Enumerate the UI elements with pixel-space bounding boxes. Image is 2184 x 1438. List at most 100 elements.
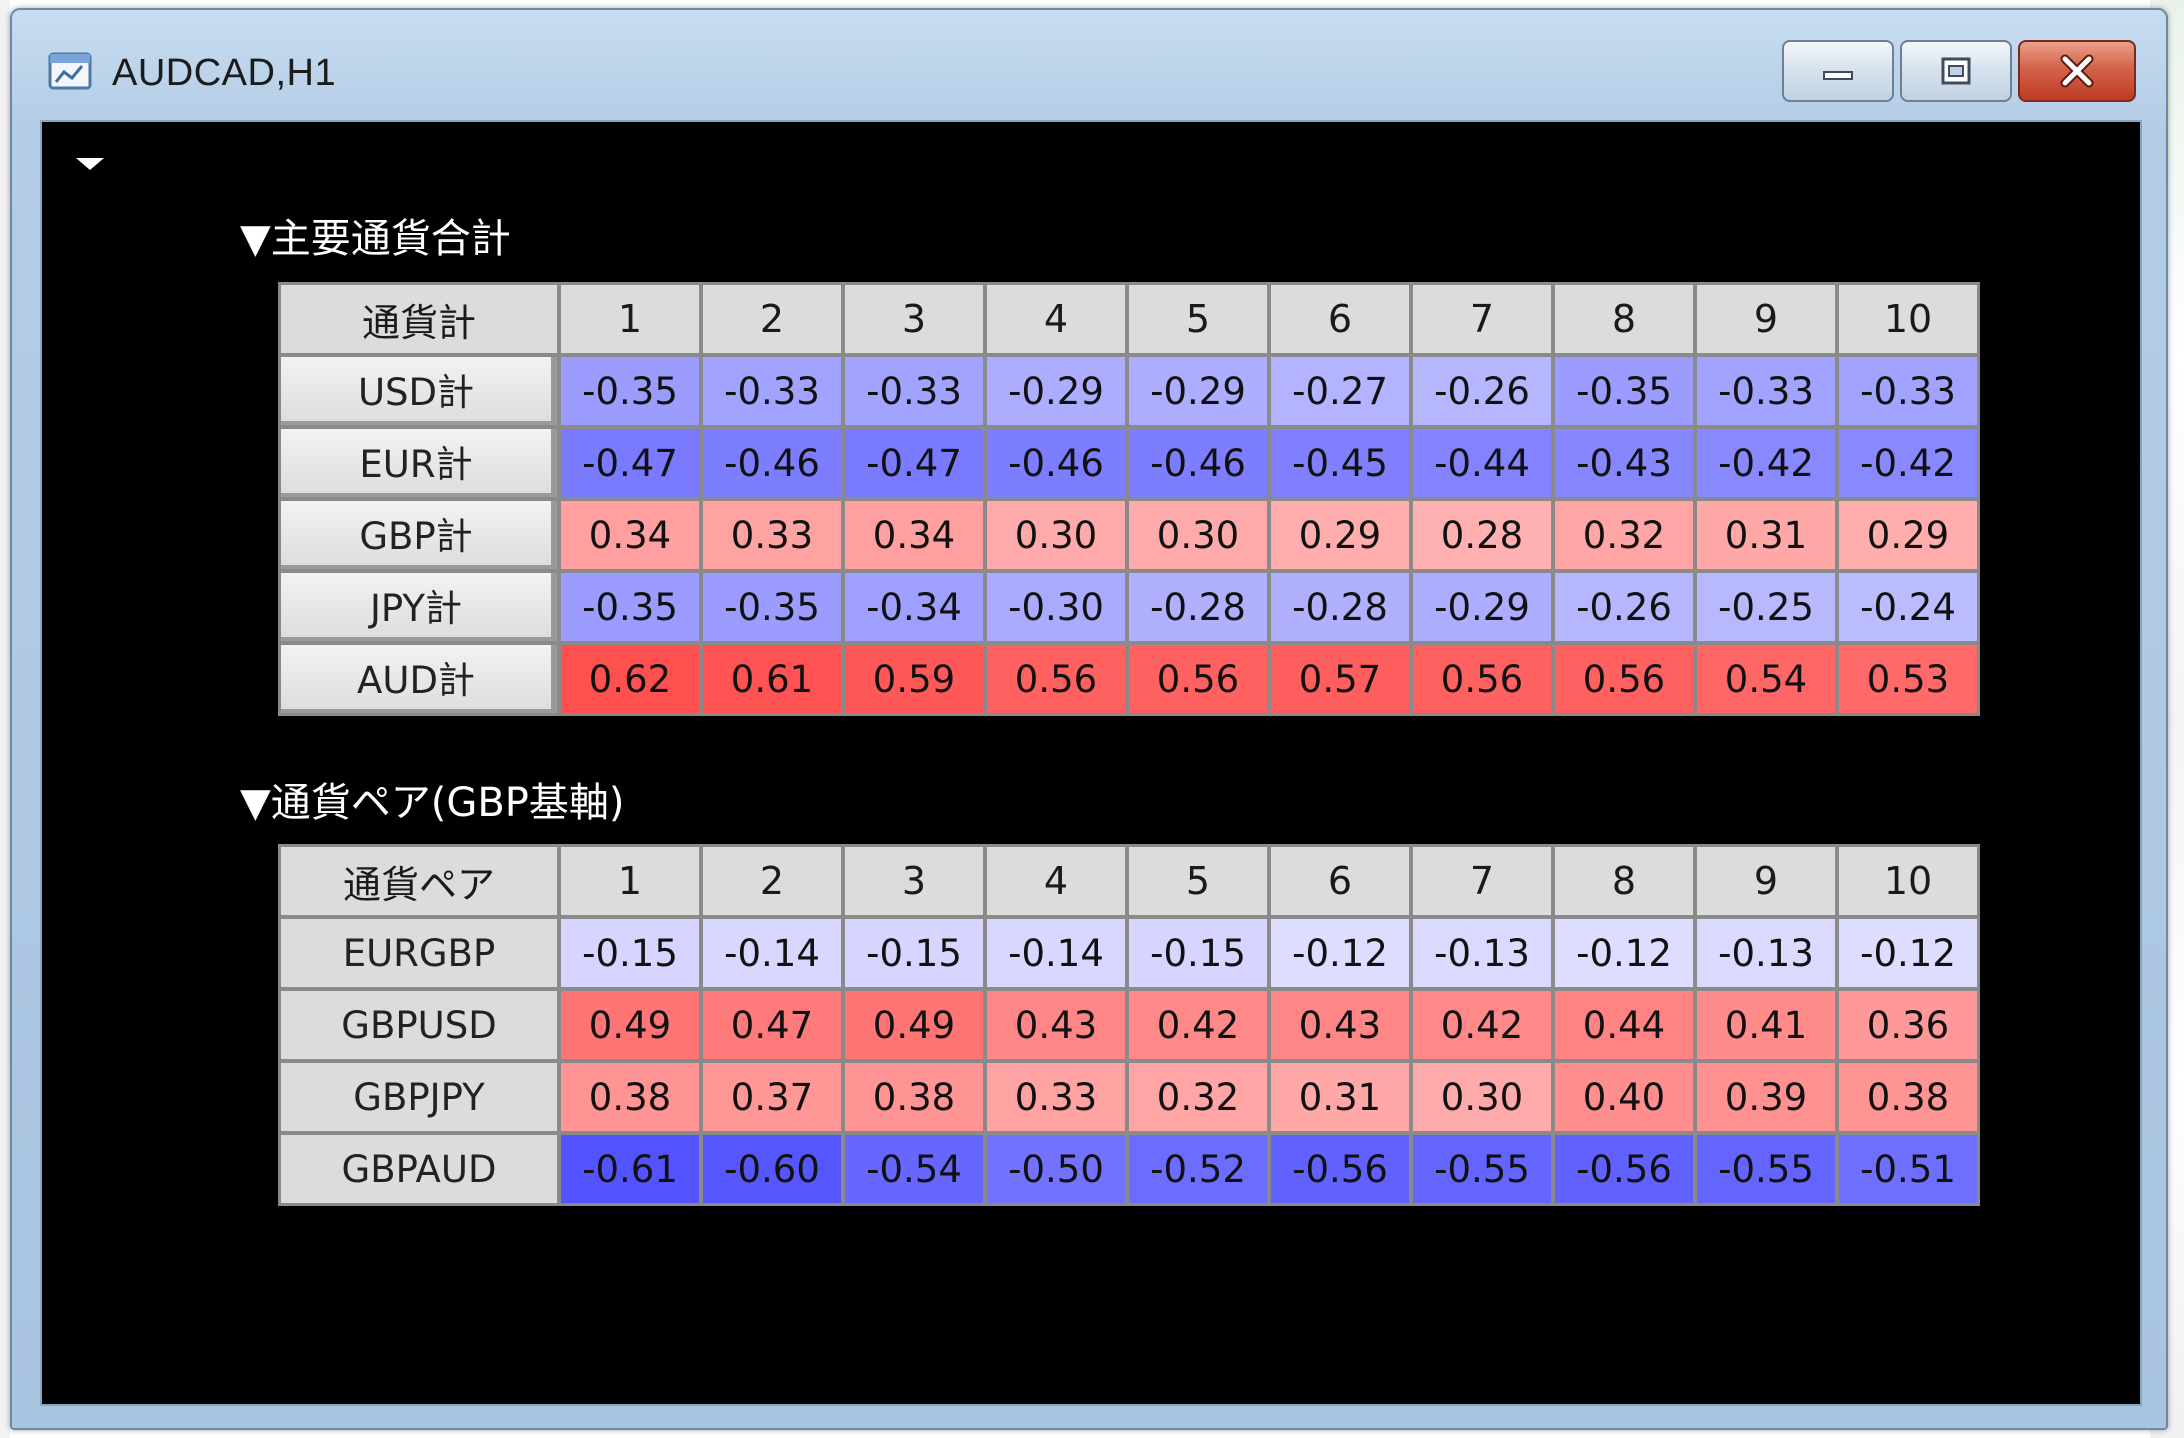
value-cell: 0.38 <box>845 1063 983 1131</box>
value-cell: 0.56 <box>987 645 1125 713</box>
value-cell: 0.34 <box>845 501 983 569</box>
value-cell: -0.29 <box>987 357 1125 425</box>
value-cell: 0.43 <box>1271 991 1409 1059</box>
value-cell: -0.26 <box>1413 357 1551 425</box>
value-cell: -0.24 <box>1839 573 1977 641</box>
value-cell: 0.56 <box>1129 645 1267 713</box>
value-cell: -0.12 <box>1555 919 1693 987</box>
value-cell: 0.62 <box>561 645 699 713</box>
maximize-button[interactable] <box>1900 40 2012 102</box>
value-cell: -0.15 <box>561 919 699 987</box>
value-cell: -0.33 <box>1697 357 1835 425</box>
value-cell: -0.52 <box>1129 1135 1267 1203</box>
value-cell: -0.12 <box>1839 919 1977 987</box>
value-cell: -0.15 <box>845 919 983 987</box>
minimize-icon <box>1823 71 1853 80</box>
value-cell: -0.47 <box>845 429 983 497</box>
background-chart-left <box>0 0 10 1438</box>
value-cell: 0.30 <box>1129 501 1267 569</box>
value-cell: -0.26 <box>1555 573 1693 641</box>
value-cell: -0.46 <box>1129 429 1267 497</box>
value-cell: -0.29 <box>1413 573 1551 641</box>
value-cell: 0.42 <box>1129 991 1267 1059</box>
row-label-button: EURGBP <box>281 919 557 987</box>
value-cell: -0.35 <box>561 573 699 641</box>
column-header: 4 <box>987 847 1125 915</box>
value-cell: 0.38 <box>561 1063 699 1131</box>
column-header: 9 <box>1697 847 1835 915</box>
value-cell: -0.35 <box>561 357 699 425</box>
value-cell: 0.31 <box>1271 1063 1409 1131</box>
value-cell: 0.33 <box>703 501 841 569</box>
title-bar[interactable]: AUDCAD,H1 <box>12 10 2166 120</box>
value-cell: -0.29 <box>1129 357 1267 425</box>
value-cell: 0.37 <box>703 1063 841 1131</box>
column-header: 2 <box>703 285 841 353</box>
value-cell: -0.33 <box>703 357 841 425</box>
value-cell: -0.34 <box>845 573 983 641</box>
close-button[interactable] <box>2018 40 2136 102</box>
column-header: 4 <box>987 285 1125 353</box>
value-cell: 0.29 <box>1271 501 1409 569</box>
value-cell: 0.57 <box>1271 645 1409 713</box>
column-header: 8 <box>1555 847 1693 915</box>
value-cell: -0.51 <box>1839 1135 1977 1203</box>
value-cell: 0.39 <box>1697 1063 1835 1131</box>
column-header: 10 <box>1839 847 1977 915</box>
value-cell: -0.33 <box>845 357 983 425</box>
value-cell: 0.59 <box>845 645 983 713</box>
currency-total-table: 通貨計 1 2 3 4 5 6 7 8 9 10 USD計 -0.35 -0.33 -0.33 -0.29 -0… <box>278 282 1980 716</box>
column-header: 7 <box>1413 285 1551 353</box>
column-header: 2 <box>703 847 841 915</box>
column-header: 8 <box>1555 285 1693 353</box>
row-label-button[interactable]: USD計 <box>281 357 557 425</box>
value-cell: -0.13 <box>1697 919 1835 987</box>
value-cell: 0.32 <box>1129 1063 1267 1131</box>
value-cell: 0.53 <box>1839 645 1977 713</box>
minimize-button[interactable] <box>1782 40 1894 102</box>
window-icon[interactable] <box>48 50 94 92</box>
value-cell: -0.14 <box>703 919 841 987</box>
row-label-button: GBPJPY <box>281 1063 557 1131</box>
value-cell: -0.27 <box>1271 357 1409 425</box>
indicator-window: AUDCAD,H1 ▼主要通貨合計 通貨計 1 2 3 4 5 6 7 8 9 10 USD計 -0.3… <box>10 8 2168 1430</box>
column-header: 10 <box>1839 285 1977 353</box>
value-cell: 0.34 <box>561 501 699 569</box>
dropdown-triangle-icon[interactable] <box>76 158 104 170</box>
value-cell: 0.30 <box>987 501 1125 569</box>
row-label-button[interactable]: GBP計 <box>281 501 557 569</box>
value-cell: -0.15 <box>1129 919 1267 987</box>
value-cell: 0.43 <box>987 991 1125 1059</box>
value-cell: 0.56 <box>1413 645 1551 713</box>
value-cell: -0.12 <box>1271 919 1409 987</box>
value-cell: -0.61 <box>561 1135 699 1203</box>
value-cell: 0.44 <box>1555 991 1693 1059</box>
value-cell: 0.49 <box>561 991 699 1059</box>
maximize-icon <box>1941 57 1971 85</box>
value-cell: -0.55 <box>1697 1135 1835 1203</box>
column-header: 5 <box>1129 847 1267 915</box>
row-label-button[interactable]: JPY計 <box>281 573 557 641</box>
value-cell: -0.25 <box>1697 573 1835 641</box>
indicator-panel: ▼主要通貨合計 通貨計 1 2 3 4 5 6 7 8 9 10 USD計 -0.35 -0.33 -0.3… <box>40 120 2142 1406</box>
close-icon <box>2060 54 2094 88</box>
row-label-button[interactable]: EUR計 <box>281 429 557 497</box>
column-header: 1 <box>561 285 699 353</box>
value-cell: 0.28 <box>1413 501 1551 569</box>
value-cell: -0.28 <box>1129 573 1267 641</box>
column-header: 9 <box>1697 285 1835 353</box>
value-cell: -0.60 <box>703 1135 841 1203</box>
row-label-button: GBPAUD <box>281 1135 557 1203</box>
value-cell: -0.42 <box>1839 429 1977 497</box>
value-cell: 0.30 <box>1413 1063 1551 1131</box>
column-header: 6 <box>1271 847 1409 915</box>
value-cell: 0.36 <box>1839 991 1977 1059</box>
value-cell: 0.32 <box>1555 501 1693 569</box>
value-cell: -0.35 <box>703 573 841 641</box>
value-cell: -0.46 <box>987 429 1125 497</box>
row-label-button[interactable]: AUD計 <box>281 645 557 713</box>
column-header: 3 <box>845 847 983 915</box>
value-cell: 0.47 <box>703 991 841 1059</box>
section-title-major-currency-totals: ▼主要通貨合計 <box>240 216 511 262</box>
value-cell: 0.42 <box>1413 991 1551 1059</box>
